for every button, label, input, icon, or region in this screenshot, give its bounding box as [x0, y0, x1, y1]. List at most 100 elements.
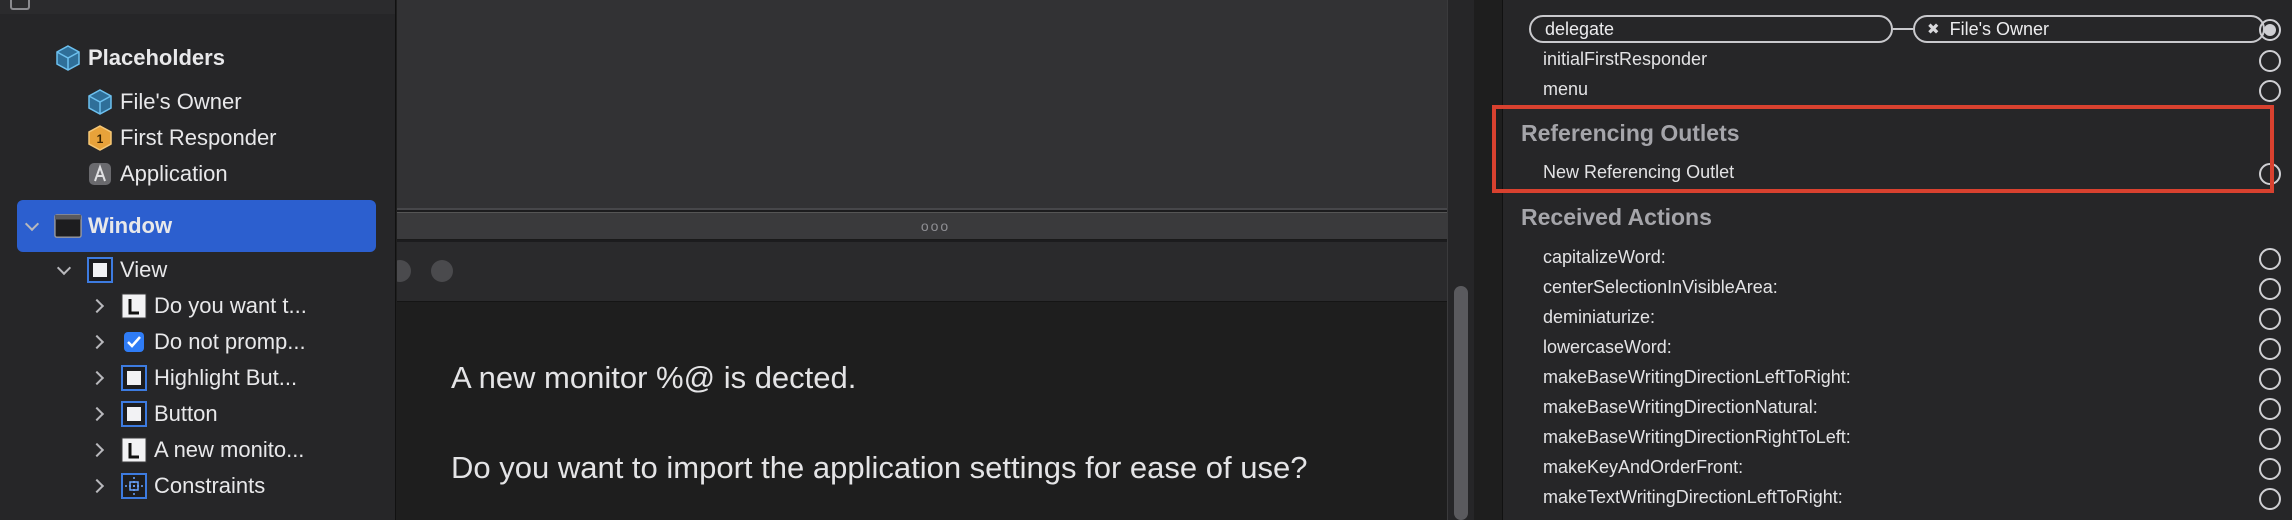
action-row[interactable]: makeBaseWritingDirectionNatural: [1503, 393, 2292, 423]
breadcrumb-icon[interactable] [10, 0, 30, 10]
outline-item-label: Do you want t... [154, 293, 307, 318]
window-content[interactable]: A new monitor %@ is dected. Do you want … [397, 302, 1474, 520]
action-row[interactable]: capitalizeWord: [1503, 243, 2292, 273]
outlet-row[interactable]: initialFirstResponder [1503, 45, 2292, 75]
chevron-right-icon[interactable] [90, 407, 104, 421]
outline-item-label: Window [88, 213, 173, 238]
label-icon [120, 292, 148, 320]
action-name: makeKeyAndOrderFront: [1543, 457, 1744, 477]
canvas-background [397, 0, 1474, 210]
outline-item-label: Application [120, 161, 228, 186]
action-row[interactable]: centerSelectionInVisibleArea: [1503, 273, 2292, 303]
action-row[interactable]: makeBaseWritingDirectionLeftToRight: [1503, 363, 2292, 393]
application-icon [86, 160, 114, 188]
svg-text:1: 1 [97, 132, 104, 146]
outlet-name-pill[interactable]: delegate [1529, 15, 1893, 43]
connection-circle[interactable] [2259, 278, 2281, 300]
disconnect-icon[interactable]: ✖ [1927, 20, 1940, 38]
message-label[interactable]: A new monitor %@ is dected. [451, 360, 856, 396]
connection-line [1893, 28, 1913, 30]
outline-item-label: First Responder [120, 125, 277, 150]
connection-circle[interactable] [2259, 398, 2281, 420]
outline-item-child[interactable]: Button [90, 396, 218, 432]
outlet-row[interactable]: menu [1503, 75, 2292, 105]
connection-circle[interactable] [2259, 428, 2281, 450]
outline-item-label: View [120, 257, 168, 282]
outline-item-label: Constraints [154, 473, 266, 498]
outline-item-label: Do not promp... [154, 329, 306, 354]
outlet-name: menu [1543, 79, 1589, 99]
interface-builder-canvas[interactable]: ooo A new monitor %@ is dected. Do you w… [397, 0, 1474, 520]
cube-icon [86, 88, 114, 116]
outline-item-label: Button [154, 401, 218, 426]
outlet-row-delegate[interactable]: delegate ✖ File's Owner [1503, 14, 2292, 44]
chevron-down-icon[interactable] [56, 263, 70, 277]
document-outline: Placeholders File's Owner 1 First Respon… [0, 0, 396, 520]
outlet-name: delegate [1545, 18, 1615, 39]
connection-circle[interactable] [2259, 308, 2281, 330]
outline-item-view[interactable]: View [56, 252, 167, 288]
action-row[interactable]: makeBaseWritingDirectionRightToLeft: [1503, 423, 2292, 453]
connection-circle[interactable] [2259, 338, 2281, 360]
action-row[interactable]: deminiaturize: [1503, 303, 2292, 333]
scrollbar-thumb[interactable] [1454, 286, 1468, 520]
annotation-highlight-box [1492, 105, 2274, 193]
outline-item-label: A new monito... [154, 437, 305, 462]
outline-item-label: Highlight But... [154, 365, 298, 390]
outlet-name: initialFirstResponder [1543, 49, 1708, 69]
action-name: capitalizeWord: [1543, 247, 1666, 267]
chevron-right-icon[interactable] [90, 299, 104, 313]
connection-circle[interactable] [2259, 488, 2281, 510]
window-close-button[interactable] [397, 260, 411, 282]
action-name: centerSelectionInVisibleArea: [1543, 277, 1778, 297]
breadcrumb [0, 0, 395, 14]
action-row[interactable]: makeTextWritingDirectionLeftToRight: [1503, 483, 2292, 513]
connection-target: File's Owner [1949, 18, 2050, 39]
connection-circle[interactable] [2259, 248, 2281, 270]
outline-item-child[interactable]: Do not promp... [90, 324, 306, 360]
chevron-right-icon[interactable] [90, 335, 104, 349]
outline-item-placeholders[interactable]: Placeholders [54, 40, 225, 76]
action-name: makeBaseWritingDirectionLeftToRight: [1543, 367, 1851, 387]
first-responder-icon: 1 [86, 124, 114, 152]
outline-item-application[interactable]: Application [86, 156, 228, 192]
question-label[interactable]: Do you want to import the application se… [451, 450, 1307, 486]
outline-item-child[interactable]: Highlight But... [90, 360, 297, 396]
canvas-scrollbar[interactable] [1447, 0, 1474, 520]
outline-item-child[interactable]: A new monito... [90, 432, 304, 468]
window-icon [54, 212, 82, 240]
outline-item-label: Placeholders [88, 45, 225, 70]
action-row[interactable]: makeKeyAndOrderFront: [1503, 453, 2292, 483]
outline-item-files-owner[interactable]: File's Owner [86, 84, 242, 120]
connection-circle[interactable] [2259, 19, 2281, 41]
chevron-down-icon[interactable] [24, 219, 38, 233]
chevron-right-icon[interactable] [90, 443, 104, 457]
connection-circle[interactable] [2259, 80, 2281, 102]
connection-circle[interactable] [2259, 458, 2281, 480]
connection-circle[interactable] [2259, 368, 2281, 390]
outline-item-first-responder[interactable]: 1 First Responder [86, 120, 277, 156]
view-icon [120, 400, 148, 428]
section-title-received-actions: Received Actions [1521, 204, 1712, 230]
canvas-split-handle[interactable]: ooo [397, 212, 1474, 240]
connections-inspector: delegate ✖ File's Owner initialFirstResp… [1502, 0, 2292, 520]
action-row[interactable]: lowercaseWord: [1503, 333, 2292, 363]
cube-icon [54, 44, 82, 72]
action-name: makeBaseWritingDirectionRightToLeft: [1543, 427, 1851, 447]
window-titlebar[interactable] [397, 242, 1474, 302]
action-name: lowercaseWord: [1543, 337, 1672, 357]
chevron-right-icon[interactable] [90, 479, 104, 493]
window-minimize-button[interactable] [431, 260, 453, 282]
checkbox-icon [120, 328, 148, 356]
connection-circle[interactable] [2259, 50, 2281, 72]
outline-item-window[interactable]: Window [24, 208, 172, 244]
constraints-icon [120, 472, 148, 500]
chevron-right-icon[interactable] [90, 371, 104, 385]
action-name: deminiaturize: [1543, 307, 1656, 327]
label-icon [120, 436, 148, 464]
action-name: makeBaseWritingDirectionNatural: [1543, 397, 1818, 417]
split-handle-grip: ooo [920, 218, 951, 234]
outline-item-child[interactable]: Constraints [90, 468, 265, 504]
connection-target-pill[interactable]: ✖ File's Owner [1913, 15, 2265, 43]
outline-item-child[interactable]: Do you want t... [90, 288, 307, 324]
